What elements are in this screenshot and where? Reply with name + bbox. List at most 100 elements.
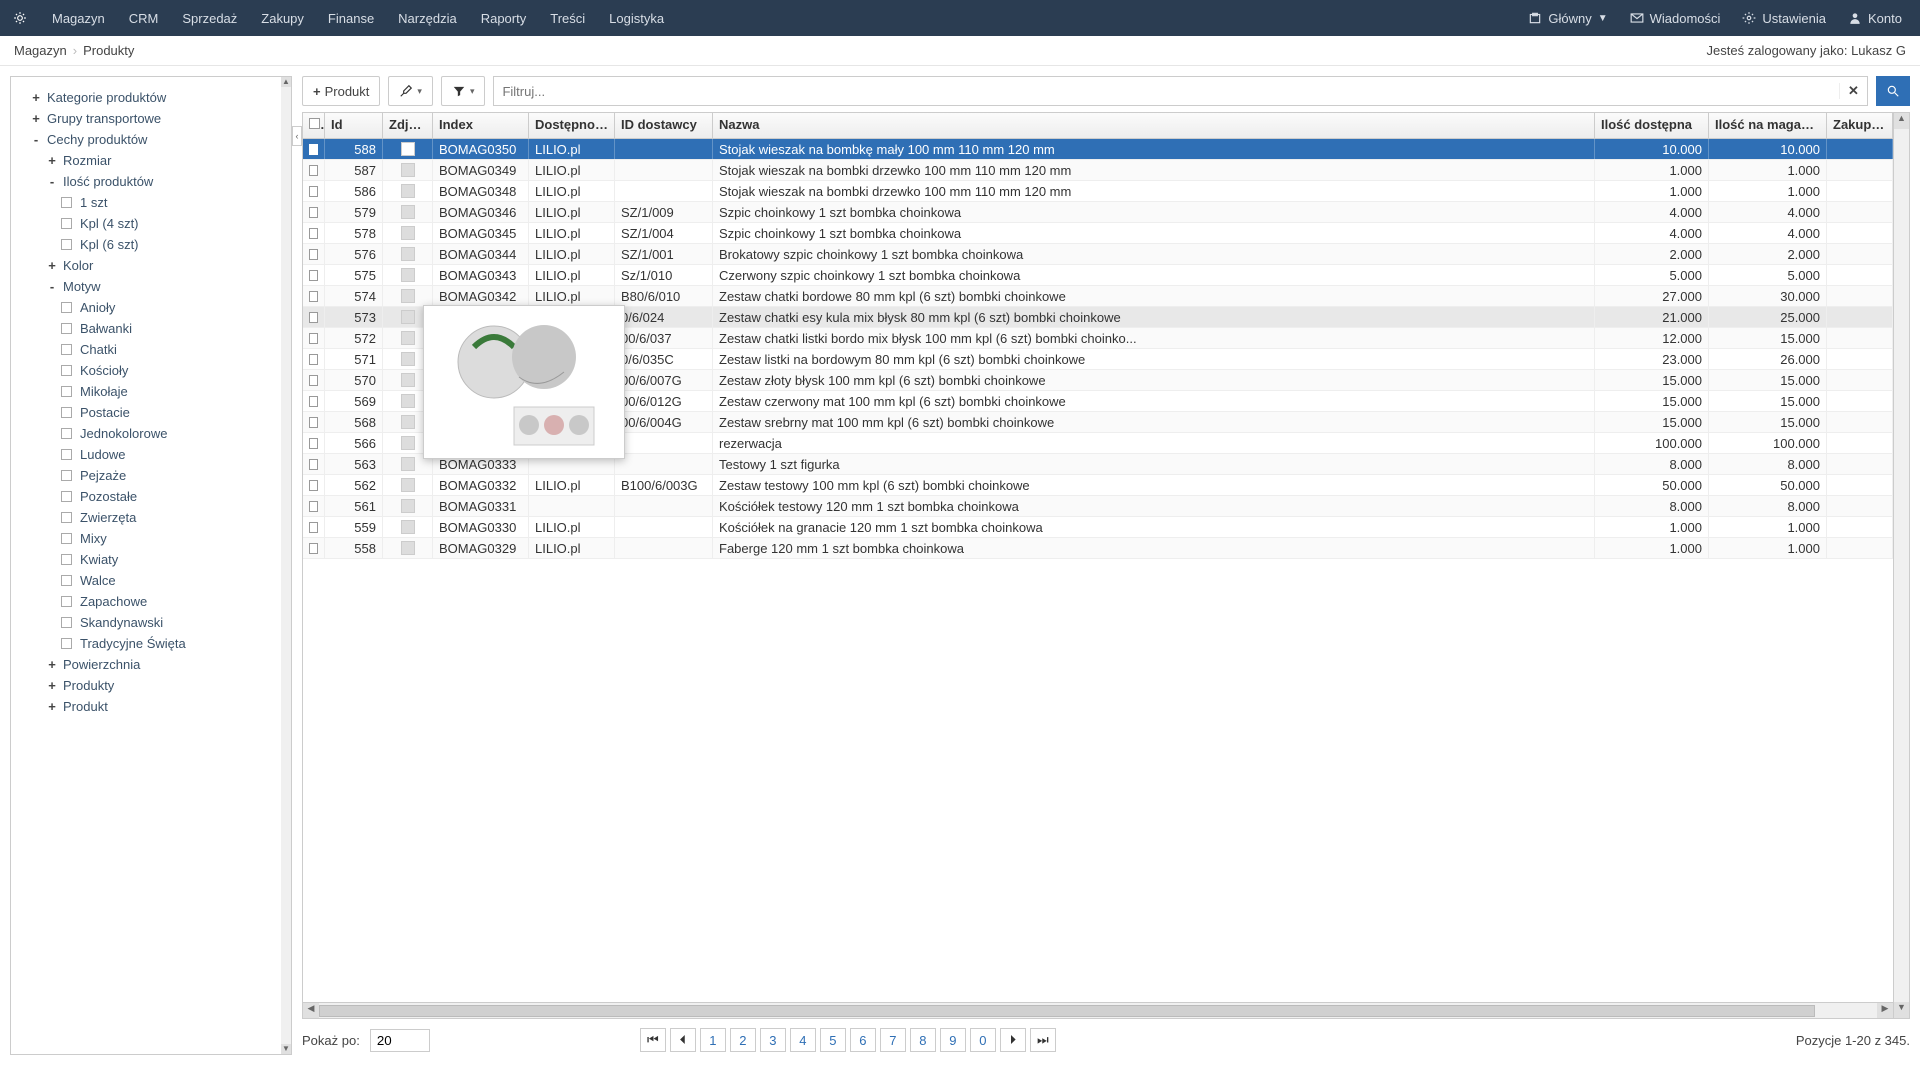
tree-checkbox[interactable]	[61, 239, 72, 250]
row-checkbox[interactable]	[309, 375, 318, 386]
settings-link[interactable]: Ustawienia	[1734, 5, 1834, 32]
tree-node[interactable]: Tradycyjne Święta	[59, 633, 285, 654]
splitter[interactable]: ‹	[292, 66, 302, 1065]
pager-next[interactable]: ⏵	[1000, 1028, 1026, 1052]
row-checkbox[interactable]	[309, 480, 318, 491]
tree-node[interactable]: -Motyw	[43, 276, 285, 297]
pager-first[interactable]: ⏮	[640, 1028, 666, 1052]
tree-node[interactable]: Kpl (4 szt)	[59, 213, 285, 234]
row-checkbox[interactable]	[309, 333, 318, 344]
row-checkbox[interactable]	[309, 228, 318, 239]
row-checkbox[interactable]	[309, 207, 318, 218]
menu-narzędzia[interactable]: Narzędzia	[388, 3, 467, 34]
row-checkbox[interactable]	[309, 186, 318, 197]
tree-node[interactable]: Ludowe	[59, 444, 285, 465]
tree-checkbox[interactable]	[61, 218, 72, 229]
pager-page[interactable]: 0	[970, 1028, 996, 1052]
tree-checkbox[interactable]	[61, 344, 72, 355]
pager-page[interactable]: 7	[880, 1028, 906, 1052]
row-checkbox[interactable]	[309, 249, 318, 260]
tree-node[interactable]: Mixy	[59, 528, 285, 549]
tree-checkbox[interactable]	[61, 302, 72, 313]
tree-checkbox[interactable]	[61, 533, 72, 544]
pager-page[interactable]: 6	[850, 1028, 876, 1052]
column-header[interactable]: Ilość dostępna	[1595, 113, 1709, 138]
tree-checkbox[interactable]	[61, 197, 72, 208]
table-row[interactable]: 579BOMAG0346LILIO.plSZ/1/009Szpic choink…	[303, 202, 1893, 223]
pager-page[interactable]: 1	[700, 1028, 726, 1052]
row-checkbox[interactable]	[309, 144, 318, 155]
search-button[interactable]	[1876, 76, 1910, 106]
column-header[interactable]	[303, 113, 325, 138]
menu-magazyn[interactable]: Magazyn	[42, 3, 115, 34]
tree-node[interactable]: -Cechy produktów	[27, 129, 285, 150]
column-header[interactable]: Zakup bru	[1827, 113, 1893, 138]
table-row[interactable]: 562BOMAG0332LILIO.plB100/6/003GZestaw te…	[303, 475, 1893, 496]
tree-checkbox[interactable]	[61, 617, 72, 628]
column-header[interactable]: Zdjęcie	[383, 113, 433, 138]
tree-node[interactable]: +Produkty	[43, 675, 285, 696]
collapse-icon[interactable]: -	[45, 279, 59, 294]
menu-treści[interactable]: Treści	[540, 3, 595, 34]
row-checkbox[interactable]	[309, 165, 318, 176]
tree-node[interactable]: -Ilość produktów	[43, 171, 285, 192]
tree-checkbox[interactable]	[61, 386, 72, 397]
table-row[interactable]: 588BOMAG0350LILIO.plStojak wieszak na bo…	[303, 139, 1893, 160]
column-header[interactable]: Ilość na magazyn...	[1709, 113, 1827, 138]
tree-checkbox[interactable]	[61, 323, 72, 334]
table-row[interactable]: 561BOMAG0331Kościółek testowy 120 mm 1 s…	[303, 496, 1893, 517]
row-checkbox[interactable]	[309, 270, 318, 281]
tree-node[interactable]: Kwiaty	[59, 549, 285, 570]
tree-checkbox[interactable]	[61, 470, 72, 481]
breadcrumb-leaf[interactable]: Produkty	[83, 43, 134, 58]
tree-node[interactable]: Chatki	[59, 339, 285, 360]
row-checkbox[interactable]	[309, 417, 318, 428]
menu-logistyka[interactable]: Logistyka	[599, 3, 674, 34]
table-row[interactable]: 559BOMAG0330LILIO.plKościółek na granaci…	[303, 517, 1893, 538]
tree-checkbox[interactable]	[61, 407, 72, 418]
collapse-icon[interactable]: -	[29, 132, 43, 147]
expand-icon[interactable]: +	[45, 699, 59, 714]
menu-zakupy[interactable]: Zakupy	[251, 3, 314, 34]
messages-link[interactable]: Wiadomości	[1622, 5, 1729, 32]
pager-last[interactable]: ⏭	[1030, 1028, 1056, 1052]
row-checkbox[interactable]	[309, 438, 318, 449]
menu-finanse[interactable]: Finanse	[318, 3, 384, 34]
table-row[interactable]: 578BOMAG0345LILIO.plSZ/1/004Szpic choink…	[303, 223, 1893, 244]
collapse-sidebar-icon[interactable]: ‹	[292, 126, 302, 146]
menu-sprzedaż[interactable]: Sprzedaż	[172, 3, 247, 34]
column-header[interactable]: ID dostawcy	[615, 113, 713, 138]
column-header[interactable]: Id	[325, 113, 383, 138]
table-row[interactable]: 586BOMAG0348LILIO.plStojak wieszak na bo…	[303, 181, 1893, 202]
expand-icon[interactable]: +	[45, 657, 59, 672]
table-row[interactable]: 574BOMAG0342LILIO.plB80/6/010Zestaw chat…	[303, 286, 1893, 307]
expand-icon[interactable]: +	[45, 678, 59, 693]
grid-h-scrollbar[interactable]: ◀▶	[303, 1002, 1893, 1018]
account-link[interactable]: Konto	[1840, 5, 1910, 32]
row-checkbox[interactable]	[309, 501, 318, 512]
warehouse-selector[interactable]: Główny ▼	[1520, 5, 1615, 32]
page-size-input[interactable]	[370, 1029, 430, 1052]
clear-filter-icon[interactable]: ✕	[1839, 83, 1867, 99]
pager-page[interactable]: 4	[790, 1028, 816, 1052]
tree-node[interactable]: +Kolor	[43, 255, 285, 276]
tree-node[interactable]: Anioły	[59, 297, 285, 318]
tree-checkbox[interactable]	[61, 575, 72, 586]
tree-node[interactable]: +Powierzchnia	[43, 654, 285, 675]
pager-page[interactable]: 8	[910, 1028, 936, 1052]
tree-node[interactable]: Mikołaje	[59, 381, 285, 402]
expand-icon[interactable]: +	[45, 153, 59, 168]
table-row[interactable]: 558BOMAG0329LILIO.plFaberge 120 mm 1 szt…	[303, 538, 1893, 559]
row-checkbox[interactable]	[309, 354, 318, 365]
table-row[interactable]: 576BOMAG0344LILIO.plSZ/1/001Brokatowy sz…	[303, 244, 1893, 265]
tree-node[interactable]: Walce	[59, 570, 285, 591]
tree-node[interactable]: +Grupy transportowe	[27, 108, 285, 129]
pager-page[interactable]: 5	[820, 1028, 846, 1052]
pager-page[interactable]: 9	[940, 1028, 966, 1052]
tree-checkbox[interactable]	[61, 428, 72, 439]
pager-page[interactable]: 2	[730, 1028, 756, 1052]
tree-node[interactable]: Zapachowe	[59, 591, 285, 612]
column-header[interactable]: Index	[433, 113, 529, 138]
tree-node[interactable]: Bałwanki	[59, 318, 285, 339]
tools-button[interactable]: ▾	[388, 76, 433, 106]
